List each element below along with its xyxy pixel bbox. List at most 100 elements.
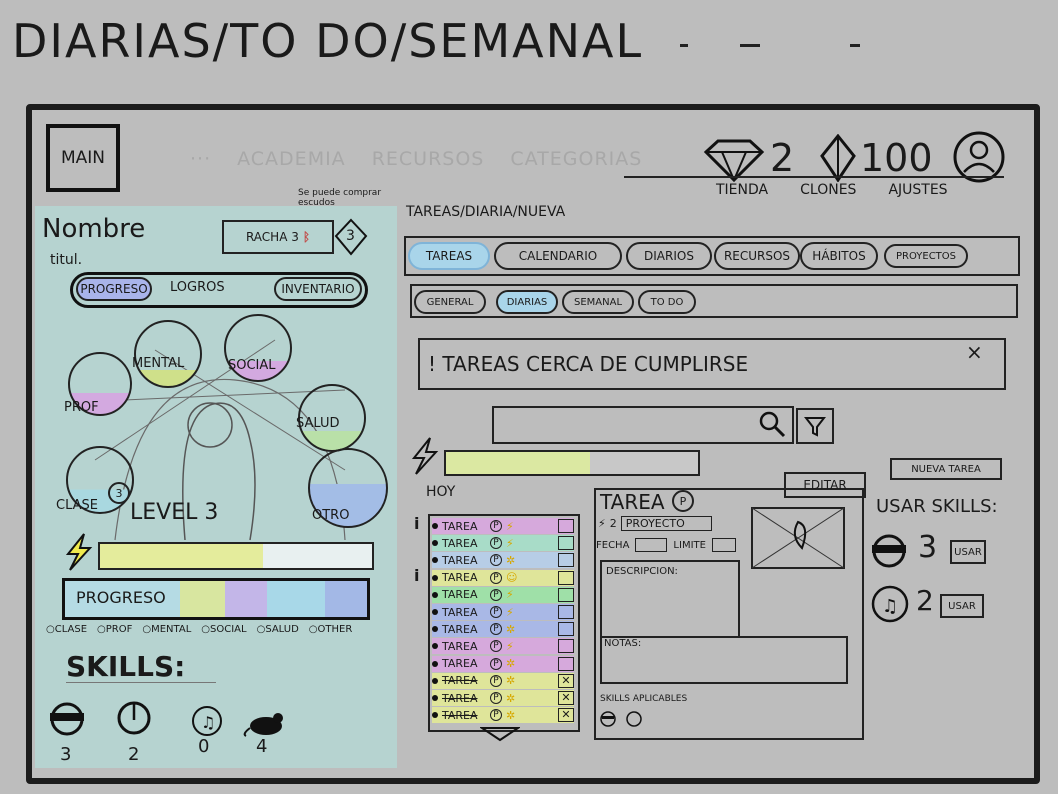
bullet-icon — [432, 712, 438, 719]
subtab-general[interactable]: GENERAL — [414, 290, 486, 314]
task-checkbox[interactable]: ✕ — [558, 708, 574, 723]
project-field[interactable]: PROYECTO — [620, 516, 712, 531]
task-type-icon: ✲ — [506, 708, 516, 722]
use-skill-button[interactable]: USAR — [950, 540, 986, 564]
tab-proyectos[interactable]: PROYECTOS — [884, 244, 968, 268]
ghost-nav-item: RECURSOS — [371, 148, 485, 170]
close-icon[interactable]: × — [966, 340, 983, 364]
task-row[interactable]: TAREA P ⚡ — [432, 604, 574, 620]
task-label: TAREA — [442, 674, 478, 688]
tab-calendario[interactable]: CALENDARIO — [494, 242, 622, 270]
tab-inventario[interactable]: INVENTARIO — [274, 277, 362, 301]
legend-item: ○CLASE — [46, 624, 88, 635]
task-checkbox[interactable] — [558, 570, 574, 585]
task-label: TAREA — [442, 536, 478, 550]
tab-logros[interactable]: LOGROS — [170, 280, 225, 295]
priority-icon: P — [490, 640, 502, 653]
task-label: TAREA — [442, 708, 478, 722]
progress-segment — [225, 581, 268, 617]
clock-icon[interactable] — [116, 700, 152, 736]
music-note-icon: ♫ — [871, 585, 909, 623]
task-row[interactable]: TAREA P ✲ ✕ — [432, 672, 574, 689]
limit-label: LIMITE — [673, 539, 706, 551]
filter-button[interactable] — [796, 408, 834, 444]
task-checkbox[interactable] — [558, 639, 574, 654]
task-row[interactable]: TAREA P ⚡ — [432, 586, 574, 603]
task-checkbox[interactable] — [558, 656, 574, 671]
use-skill-button[interactable]: USAR — [940, 594, 984, 618]
priority-icon: P — [490, 623, 502, 636]
task-row[interactable]: TAREA P ✲ ✕ — [432, 690, 574, 706]
task-checkbox[interactable] — [558, 536, 574, 551]
stat-mental[interactable] — [134, 320, 202, 388]
svg-text:♫: ♫ — [882, 596, 898, 617]
stat-label: PROF — [64, 400, 99, 415]
task-checkbox[interactable] — [558, 587, 574, 602]
image-placeholder-icon[interactable] — [750, 506, 846, 570]
chevron-down-icon[interactable] — [480, 726, 520, 742]
task-type-icon: ✲ — [506, 553, 516, 567]
task-checkbox[interactable] — [558, 519, 574, 533]
alert-text: ! TAREAS CERCA DE CUMPLIRSE — [428, 352, 749, 376]
task-row[interactable]: TAREA P ⚡ — [432, 535, 574, 552]
progress-segment — [179, 581, 226, 617]
bullet-icon — [432, 660, 438, 667]
clones-link[interactable]: CLONES — [800, 182, 856, 198]
task-row[interactable]: TAREA P ⚡ — [432, 518, 574, 534]
task-checkbox[interactable]: ✕ — [558, 691, 574, 705]
task-checkbox[interactable]: ✕ — [558, 673, 574, 688]
task-row[interactable]: TAREA P ⚡ — [432, 638, 574, 655]
search-input[interactable] — [492, 406, 794, 444]
rat-icon[interactable] — [242, 704, 292, 738]
task-type-icon: ⚡ — [506, 605, 514, 619]
task-label: TAREA — [442, 691, 478, 705]
shop-link[interactable]: TIENDA — [716, 182, 768, 198]
task-checkbox[interactable] — [558, 553, 574, 568]
music-note-icon[interactable]: ♫ — [190, 704, 224, 738]
tab-recursos[interactable]: RECURSOS — [714, 242, 800, 270]
tab-habitos[interactable]: HÁBITOS — [800, 242, 878, 270]
task-type-icon: ⚡ — [506, 639, 514, 653]
priority-icon: P — [490, 657, 502, 670]
task-type-icon: ✲ — [506, 674, 516, 688]
bullet-icon — [432, 591, 438, 598]
date-field[interactable] — [635, 538, 668, 552]
legend-label: SALUD — [265, 624, 299, 635]
priority-icon: P — [490, 537, 502, 550]
crystal-count: 100 — [860, 136, 933, 180]
task-checkbox[interactable] — [558, 622, 574, 637]
progress-segment — [267, 581, 325, 617]
tab-diarios[interactable]: DIARIOS — [626, 242, 712, 270]
limit-field[interactable] — [711, 538, 736, 552]
task-row[interactable]: TAREA P ✲ — [432, 621, 574, 638]
new-task-button[interactable]: NUEVA TAREA — [890, 458, 1002, 480]
subtab-todo[interactable]: TO DO — [638, 290, 696, 314]
tab-tareas[interactable]: TAREAS — [408, 242, 490, 270]
ghost-nav-item: ··· — [190, 148, 212, 170]
edit-button[interactable]: EDITAR — [784, 472, 866, 498]
skill-count: 2 — [916, 584, 934, 617]
task-row[interactable]: TAREA P ✲ ✕ — [432, 707, 574, 724]
ninja-mask-icon[interactable] — [44, 702, 90, 736]
task-checkbox[interactable] — [558, 605, 574, 619]
tab-progreso[interactable]: PROGRESO — [76, 277, 152, 301]
stat-label: MENTAL — [132, 356, 185, 371]
main-button[interactable]: MAIN — [46, 124, 120, 192]
date-row: FECHA LIMITE — [596, 538, 736, 552]
task-row[interactable]: TAREA P ☺ — [432, 569, 574, 586]
use-skills-title: USAR SKILLS: — [876, 496, 998, 517]
search-icon[interactable] — [758, 410, 786, 438]
lightning-icon: ⚡ — [598, 517, 606, 530]
task-row[interactable]: TAREA P ✲ — [432, 552, 574, 569]
priority-icon: P — [490, 606, 502, 618]
shop-links: TIENDA CLONES AJUSTES — [716, 182, 948, 198]
task-row[interactable]: TAREA P ✲ — [432, 655, 574, 672]
svg-text:♫: ♫ — [201, 713, 215, 732]
energy-bar — [98, 542, 374, 570]
bullet-icon — [432, 523, 438, 529]
bullet-icon — [432, 540, 438, 547]
task-detail-title: TAREA — [600, 490, 665, 514]
subtab-diarias[interactable]: DIARIAS — [496, 290, 558, 314]
subtab-semanal[interactable]: SEMANAL — [562, 290, 634, 314]
settings-link[interactable]: AJUSTES — [888, 182, 947, 198]
